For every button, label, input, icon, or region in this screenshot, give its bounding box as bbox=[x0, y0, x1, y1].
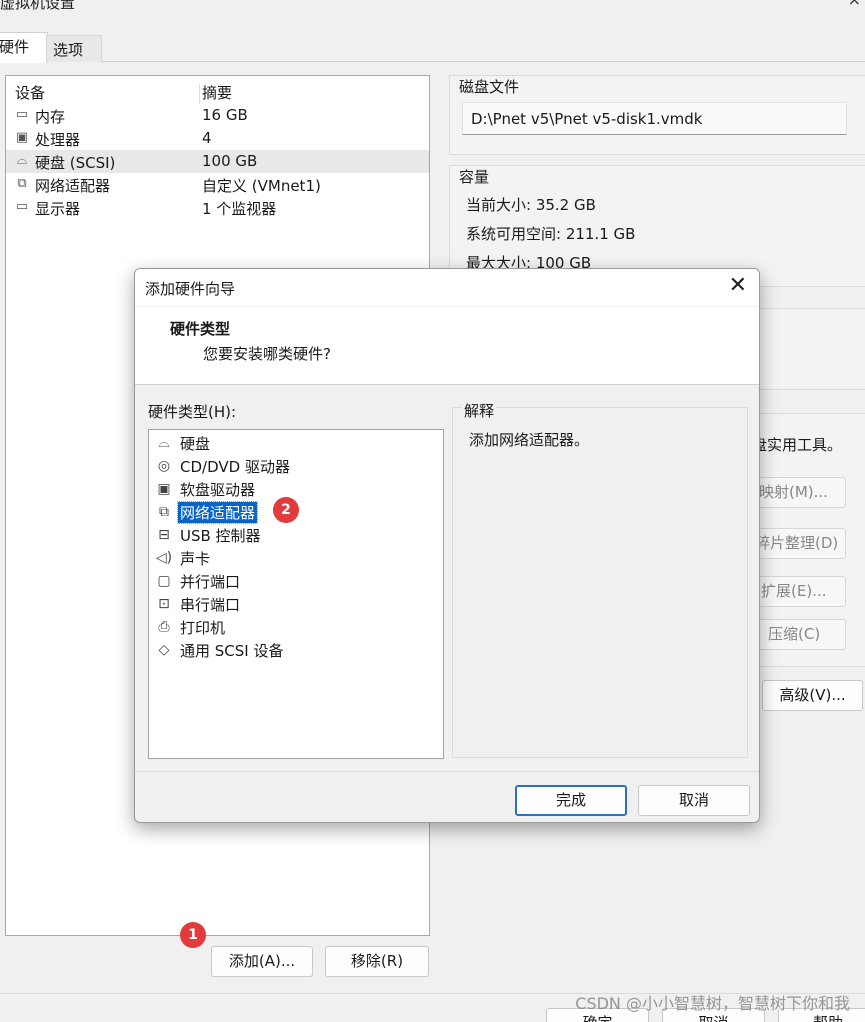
device-row-memory[interactable]: ▭ 内存 16 GB bbox=[6, 104, 429, 127]
capacity-label: 容量 bbox=[459, 168, 490, 186]
watermark-text: CSDN @小小智慧树，智慧树下你和我 bbox=[575, 994, 850, 1013]
column-divider[interactable] bbox=[199, 84, 200, 104]
dialog-header: 硬件类型 您要安装哪类硬件? bbox=[135, 307, 759, 385]
window-title: 虚拟机设置 bbox=[0, 0, 76, 12]
parallel-port-icon: ▢ bbox=[157, 573, 171, 589]
device-summary: 自定义 (VMnet1) bbox=[202, 177, 321, 195]
advanced-button[interactable]: 高级(V)... bbox=[762, 680, 863, 711]
explanation-text: 添加网络适配器。 bbox=[469, 431, 590, 449]
device-name: 网络适配器 bbox=[35, 177, 111, 195]
hardware-item-label: 通用 SCSI 设备 bbox=[180, 642, 284, 660]
dialog-title: 添加硬件向导 bbox=[145, 280, 236, 298]
usb-icon: ⊟ bbox=[158, 527, 170, 543]
device-name: 内存 bbox=[35, 108, 66, 126]
cd-dvd-icon: ◎ bbox=[157, 458, 171, 474]
sound-card-icon: ◁) bbox=[155, 550, 173, 566]
add-hardware-wizard-dialog: 添加硬件向导 ✕ 硬件类型 您要安装哪类硬件? 硬件类型(H): ⌓ 硬盘 ◎ … bbox=[134, 268, 760, 823]
processor-icon: ▣ bbox=[15, 130, 29, 145]
tab-options[interactable]: 选项 bbox=[46, 35, 102, 62]
hardware-item-label: 软盘驱动器 bbox=[180, 481, 256, 499]
scsi-device-icon: ◇ bbox=[158, 642, 170, 658]
dialog-header-subtitle: 您要安装哪类硬件? bbox=[203, 345, 331, 363]
window-close-button[interactable]: × bbox=[848, 0, 861, 9]
step-badge-2: 2 bbox=[273, 497, 299, 523]
hardware-item-label: 打印机 bbox=[180, 619, 226, 637]
hardware-item-label: 网络适配器 bbox=[176, 501, 259, 524]
device-row-processor[interactable]: ▣ 处理器 4 bbox=[6, 127, 429, 150]
utilities-text: 盘实用工具。 bbox=[752, 436, 843, 454]
dialog-header-title: 硬件类型 bbox=[170, 320, 231, 338]
dialog-close-button[interactable]: ✕ bbox=[729, 273, 747, 298]
printer-icon: ⎙ bbox=[158, 619, 170, 635]
hardware-item-label: USB 控制器 bbox=[180, 527, 261, 545]
device-summary: 100 GB bbox=[202, 152, 258, 170]
hardware-type-list[interactable]: ⌓ 硬盘 ◎ CD/DVD 驱动器 ▣ 软盘驱动器 ⧉ 网络适配器 ⊟ USB … bbox=[148, 429, 444, 759]
hardware-item-label: 声卡 bbox=[180, 550, 211, 568]
tab-hardware[interactable]: 硬件 bbox=[0, 32, 48, 63]
device-summary: 4 bbox=[202, 129, 212, 147]
explanation-label: 解释 bbox=[462, 400, 497, 421]
dialog-cancel-button[interactable]: 取消 bbox=[638, 785, 750, 816]
serial-port-icon: ⊡ bbox=[158, 596, 170, 612]
hardware-type-label: 硬件类型(H): bbox=[148, 403, 237, 421]
finish-button[interactable]: 完成 bbox=[515, 785, 627, 816]
add-button[interactable]: 添加(A)... bbox=[211, 946, 313, 977]
device-row-hard-disk[interactable]: ⌓ 硬盘 (SCSI) 100 GB bbox=[6, 150, 429, 173]
step-badge-1: 1 bbox=[180, 922, 206, 948]
hard-disk-icon: ⌓ bbox=[158, 435, 170, 451]
dialog-footer-divider bbox=[135, 771, 759, 772]
memory-icon: ▭ bbox=[15, 107, 29, 122]
dialog-title-bar: 添加硬件向导 ✕ bbox=[135, 269, 759, 307]
device-row-display[interactable]: ▭ 显示器 1 个监视器 bbox=[6, 196, 429, 219]
hardware-item-label: 硬盘 bbox=[180, 435, 211, 453]
remove-button[interactable]: 移除(R) bbox=[325, 946, 429, 977]
hardware-item-label: 串行端口 bbox=[180, 596, 241, 614]
hard-disk-icon: ⌓ bbox=[16, 153, 28, 168]
network-adapter-icon: ⧉ bbox=[159, 504, 169, 520]
device-name: 处理器 bbox=[35, 131, 81, 149]
network-adapter-icon: ⧉ bbox=[17, 176, 27, 191]
floppy-icon: ▣ bbox=[157, 481, 171, 497]
device-row-network-adapter[interactable]: ⧉ 网络适配器 自定义 (VMnet1) bbox=[6, 173, 429, 196]
column-header-summary[interactable]: 摘要 bbox=[202, 82, 232, 103]
device-list-header: 设备 摘要 bbox=[6, 80, 429, 104]
device-name: 硬盘 (SCSI) bbox=[35, 154, 116, 172]
explanation-group bbox=[452, 407, 748, 758]
current-size-text: 当前大小: 35.2 GB bbox=[466, 196, 596, 214]
column-header-device[interactable]: 设备 bbox=[15, 82, 45, 103]
free-space-text: 系统可用空间: 211.1 GB bbox=[466, 225, 636, 243]
device-summary: 16 GB bbox=[202, 106, 248, 124]
hardware-item-label: CD/DVD 驱动器 bbox=[180, 458, 290, 476]
device-summary: 1 个监视器 bbox=[202, 200, 277, 218]
tab-bar: 硬件 选项 bbox=[0, 32, 865, 63]
display-icon: ▭ bbox=[15, 199, 29, 214]
device-name: 显示器 bbox=[35, 200, 81, 218]
disk-file-label: 磁盘文件 bbox=[459, 78, 520, 96]
hardware-item-label: 并行端口 bbox=[180, 573, 241, 591]
disk-file-field[interactable]: D:\Pnet v5\Pnet v5-disk1.vmdk bbox=[462, 102, 847, 135]
